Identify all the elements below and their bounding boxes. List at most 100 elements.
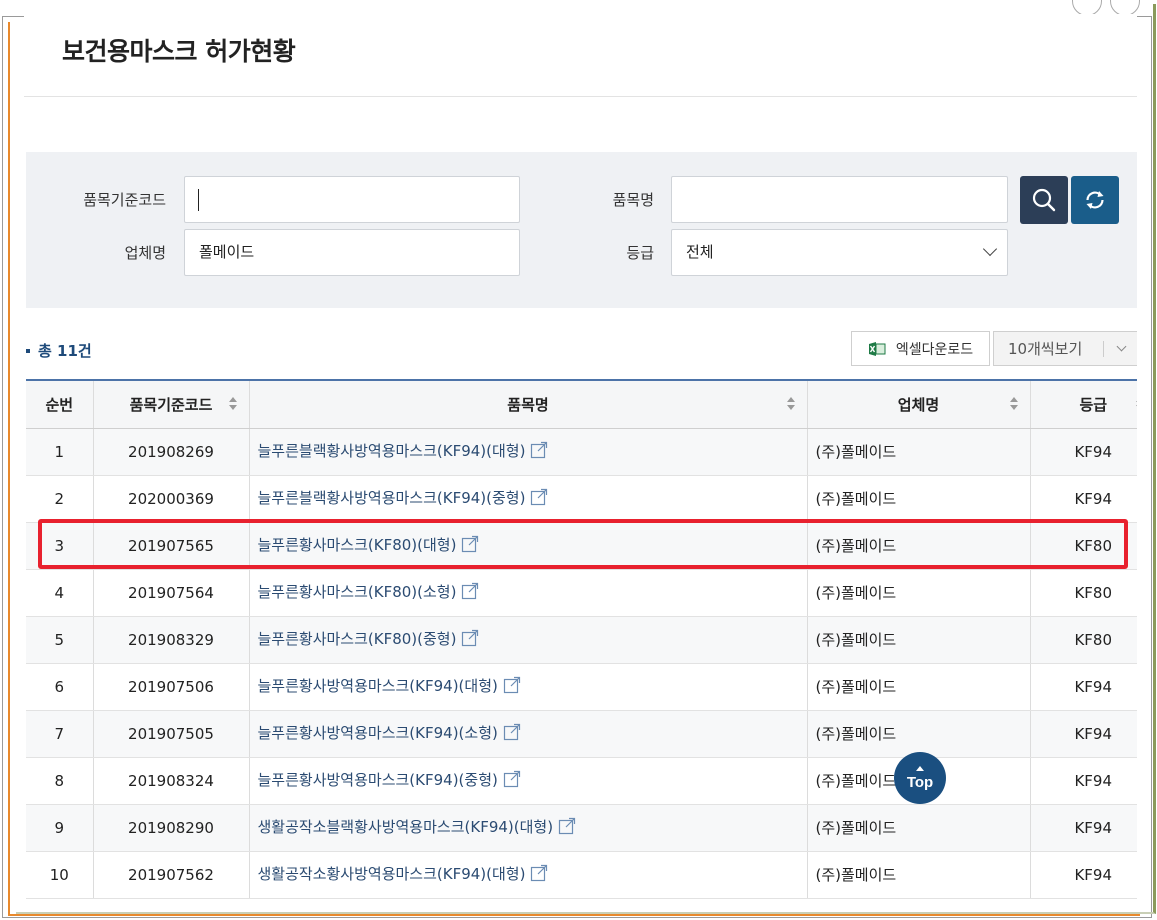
product-link[interactable]: 생활공작소황사방역용마스크(KF94)(대형)	[258, 865, 526, 883]
cell-no: 3	[26, 522, 94, 570]
cell-no: 2	[26, 475, 94, 523]
external-link-icon[interactable]	[461, 535, 479, 557]
results-table: 순번 품목기준코드 품목명 업체명 등급 1 201908269 늘푸른블랙황사방역…	[26, 379, 1137, 899]
cell-company: (주)폴메이드	[807, 475, 1031, 523]
col-header-grade[interactable]: 등급	[1030, 380, 1137, 429]
table-row[interactable]: 5 201908329 늘푸른황사마스크(KF80)(중형) (주)폴메이드 KF80	[26, 616, 1137, 664]
cell-no: 7	[26, 710, 94, 758]
cell-no: 5	[26, 616, 94, 664]
col-header-no: 순번	[26, 380, 94, 429]
cell-name[interactable]: 늘푸른황사방역용마스크(KF94)(대형)	[249, 663, 808, 711]
company-input-value: 폴메이드	[199, 243, 255, 261]
grade-label: 등급	[626, 244, 654, 262]
cell-no: 6	[26, 663, 94, 711]
total-count-text: 총 11건	[38, 342, 92, 360]
external-link-icon[interactable]	[503, 723, 521, 745]
cell-no: 9	[26, 804, 94, 852]
cell-code: 201908269	[93, 428, 250, 476]
table-row[interactable]: 8 201908324 늘푸른황사방역용마스크(KF94)(중형) (주)폴메이드 KF…	[26, 757, 1137, 805]
product-link[interactable]: 늘푸른황사방역용마스크(KF94)(소형)	[258, 724, 498, 742]
cell-name[interactable]: 늘푸른황사마스크(KF80)(대형)	[249, 522, 808, 570]
cell-company: (주)폴메이드	[807, 569, 1031, 617]
product-link[interactable]: 생활공작소블랙황사방역용마스크(KF94)(대형)	[258, 818, 554, 836]
table-row[interactable]: 9 201908290 생활공작소블랙황사방역용마스크(KF94)(대형) (주)폴메…	[26, 804, 1137, 852]
search-button[interactable]	[1020, 176, 1068, 224]
external-link-icon[interactable]	[503, 770, 521, 792]
sort-icon[interactable]	[1136, 397, 1137, 411]
cell-code: 201907564	[93, 569, 250, 617]
per-page-select[interactable]: 10개씩보기	[993, 331, 1137, 366]
table-row[interactable]: 4 201907564 늘푸른황사마스크(KF80)(소형) (주)폴메이드 KF80	[26, 569, 1137, 617]
excel-download-label: 엑셀다운로드	[895, 341, 974, 358]
search-icon	[1032, 188, 1056, 212]
cell-name[interactable]: 늘푸른블랙황사방역용마스크(KF94)(대형)	[249, 428, 808, 476]
cell-grade: KF94	[1030, 663, 1137, 711]
cell-code: 201908329	[93, 616, 250, 664]
cell-grade: KF94	[1030, 475, 1137, 523]
cell-grade: KF94	[1030, 710, 1137, 758]
page-title: 보건용마스크 허가현황	[62, 37, 296, 66]
external-link-icon[interactable]	[530, 441, 548, 463]
cell-company: (주)폴메이드	[807, 804, 1031, 852]
excel-icon	[868, 341, 886, 356]
product-link[interactable]: 늘푸른황사방역용마스크(KF94)(중형)	[258, 771, 498, 789]
col-header-company[interactable]: 업체명	[807, 380, 1031, 429]
external-link-icon[interactable]	[530, 488, 548, 510]
col-header-name[interactable]: 품목명	[249, 380, 808, 429]
external-link-icon[interactable]	[530, 864, 548, 886]
per-page-value: 10개씩보기	[1008, 340, 1083, 358]
table-row[interactable]: 7 201907505 늘푸른황사방역용마스크(KF94)(소형) (주)폴메이드 KF…	[26, 710, 1137, 758]
scroll-top-button[interactable]: Top	[894, 752, 946, 804]
cell-name[interactable]: 늘푸른황사마스크(KF80)(중형)	[249, 616, 808, 664]
external-link-icon[interactable]	[503, 676, 521, 698]
chevron-down-icon	[982, 241, 998, 257]
cell-company: (주)폴메이드	[807, 710, 1031, 758]
sort-icon[interactable]	[786, 397, 795, 411]
excel-download-button[interactable]: 엑셀다운로드	[851, 331, 990, 366]
product-link[interactable]: 늘푸른블랙황사방역용마스크(KF94)(중형)	[258, 489, 526, 507]
scroll-top-label: Top	[906, 773, 934, 791]
sort-icon[interactable]	[228, 397, 237, 411]
cell-grade: KF80	[1030, 522, 1137, 570]
refresh-icon	[1086, 191, 1104, 209]
external-link-icon[interactable]	[461, 582, 479, 604]
cell-code: 201908290	[93, 804, 250, 852]
reset-button[interactable]	[1071, 176, 1119, 224]
grade-select[interactable]: 전체	[671, 229, 1008, 276]
product-link[interactable]: 늘푸른블랙황사방역용마스크(KF94)(대형)	[258, 442, 526, 460]
cell-code: 202000369	[93, 475, 250, 523]
cell-no: 4	[26, 569, 94, 617]
cell-grade: KF94	[1030, 804, 1137, 852]
cell-name[interactable]: 생활공작소블랙황사방역용마스크(KF94)(대형)	[249, 804, 808, 852]
cell-grade: KF94	[1030, 757, 1137, 805]
name-input[interactable]	[671, 176, 1008, 223]
cell-no: 1	[26, 428, 94, 476]
cell-code: 201907565	[93, 522, 250, 570]
cell-company: (주)폴메이드	[807, 851, 1031, 899]
title-bar: 보건용마스크 허가현황	[24, 14, 1137, 97]
cell-name[interactable]: 늘푸른황사방역용마스크(KF94)(중형)	[249, 757, 808, 805]
cell-name[interactable]: 늘푸른황사방역용마스크(KF94)(소형)	[249, 710, 808, 758]
table-row[interactable]: 1 201908269 늘푸른블랙황사방역용마스크(KF94)(대형) (주)폴메이드…	[26, 428, 1137, 476]
chevron-down-icon	[1116, 341, 1127, 352]
product-link[interactable]: 늘푸른황사방역용마스크(KF94)(대형)	[258, 677, 498, 695]
code-input[interactable]	[184, 176, 520, 223]
company-input[interactable]: 폴메이드	[184, 229, 520, 276]
divider	[1103, 341, 1104, 357]
external-link-icon[interactable]	[558, 817, 576, 839]
table-row[interactable]: 6 201907506 늘푸른황사방역용마스크(KF94)(대형) (주)폴메이드 KF…	[26, 663, 1137, 711]
col-header-code[interactable]: 품목기준코드	[93, 380, 250, 429]
table-row[interactable]: 3 201907565 늘푸른황사마스크(KF80)(대형) (주)폴메이드 KF80	[26, 522, 1137, 570]
external-link-icon[interactable]	[461, 629, 479, 651]
sort-icon[interactable]	[1009, 397, 1018, 411]
cell-name[interactable]: 생활공작소황사방역용마스크(KF94)(대형)	[249, 851, 808, 899]
product-link[interactable]: 늘푸른황사마스크(KF80)(중형)	[258, 630, 457, 648]
cell-code: 201907506	[93, 663, 250, 711]
product-link[interactable]: 늘푸른황사마스크(KF80)(소형)	[258, 583, 457, 601]
table-row[interactable]: 2 202000369 늘푸른블랙황사방역용마스크(KF94)(중형) (주)폴메이드…	[26, 475, 1137, 523]
table-row[interactable]: 10 201907562 생활공작소황사방역용마스크(KF94)(대형) (주)폴메이…	[26, 851, 1137, 899]
product-link[interactable]: 늘푸른황사마스크(KF80)(대형)	[258, 536, 457, 554]
cell-name[interactable]: 늘푸른블랙황사방역용마스크(KF94)(중형)	[249, 475, 808, 523]
cell-name[interactable]: 늘푸른황사마스크(KF80)(소형)	[249, 569, 808, 617]
cell-company: (주)폴메이드	[807, 522, 1031, 570]
